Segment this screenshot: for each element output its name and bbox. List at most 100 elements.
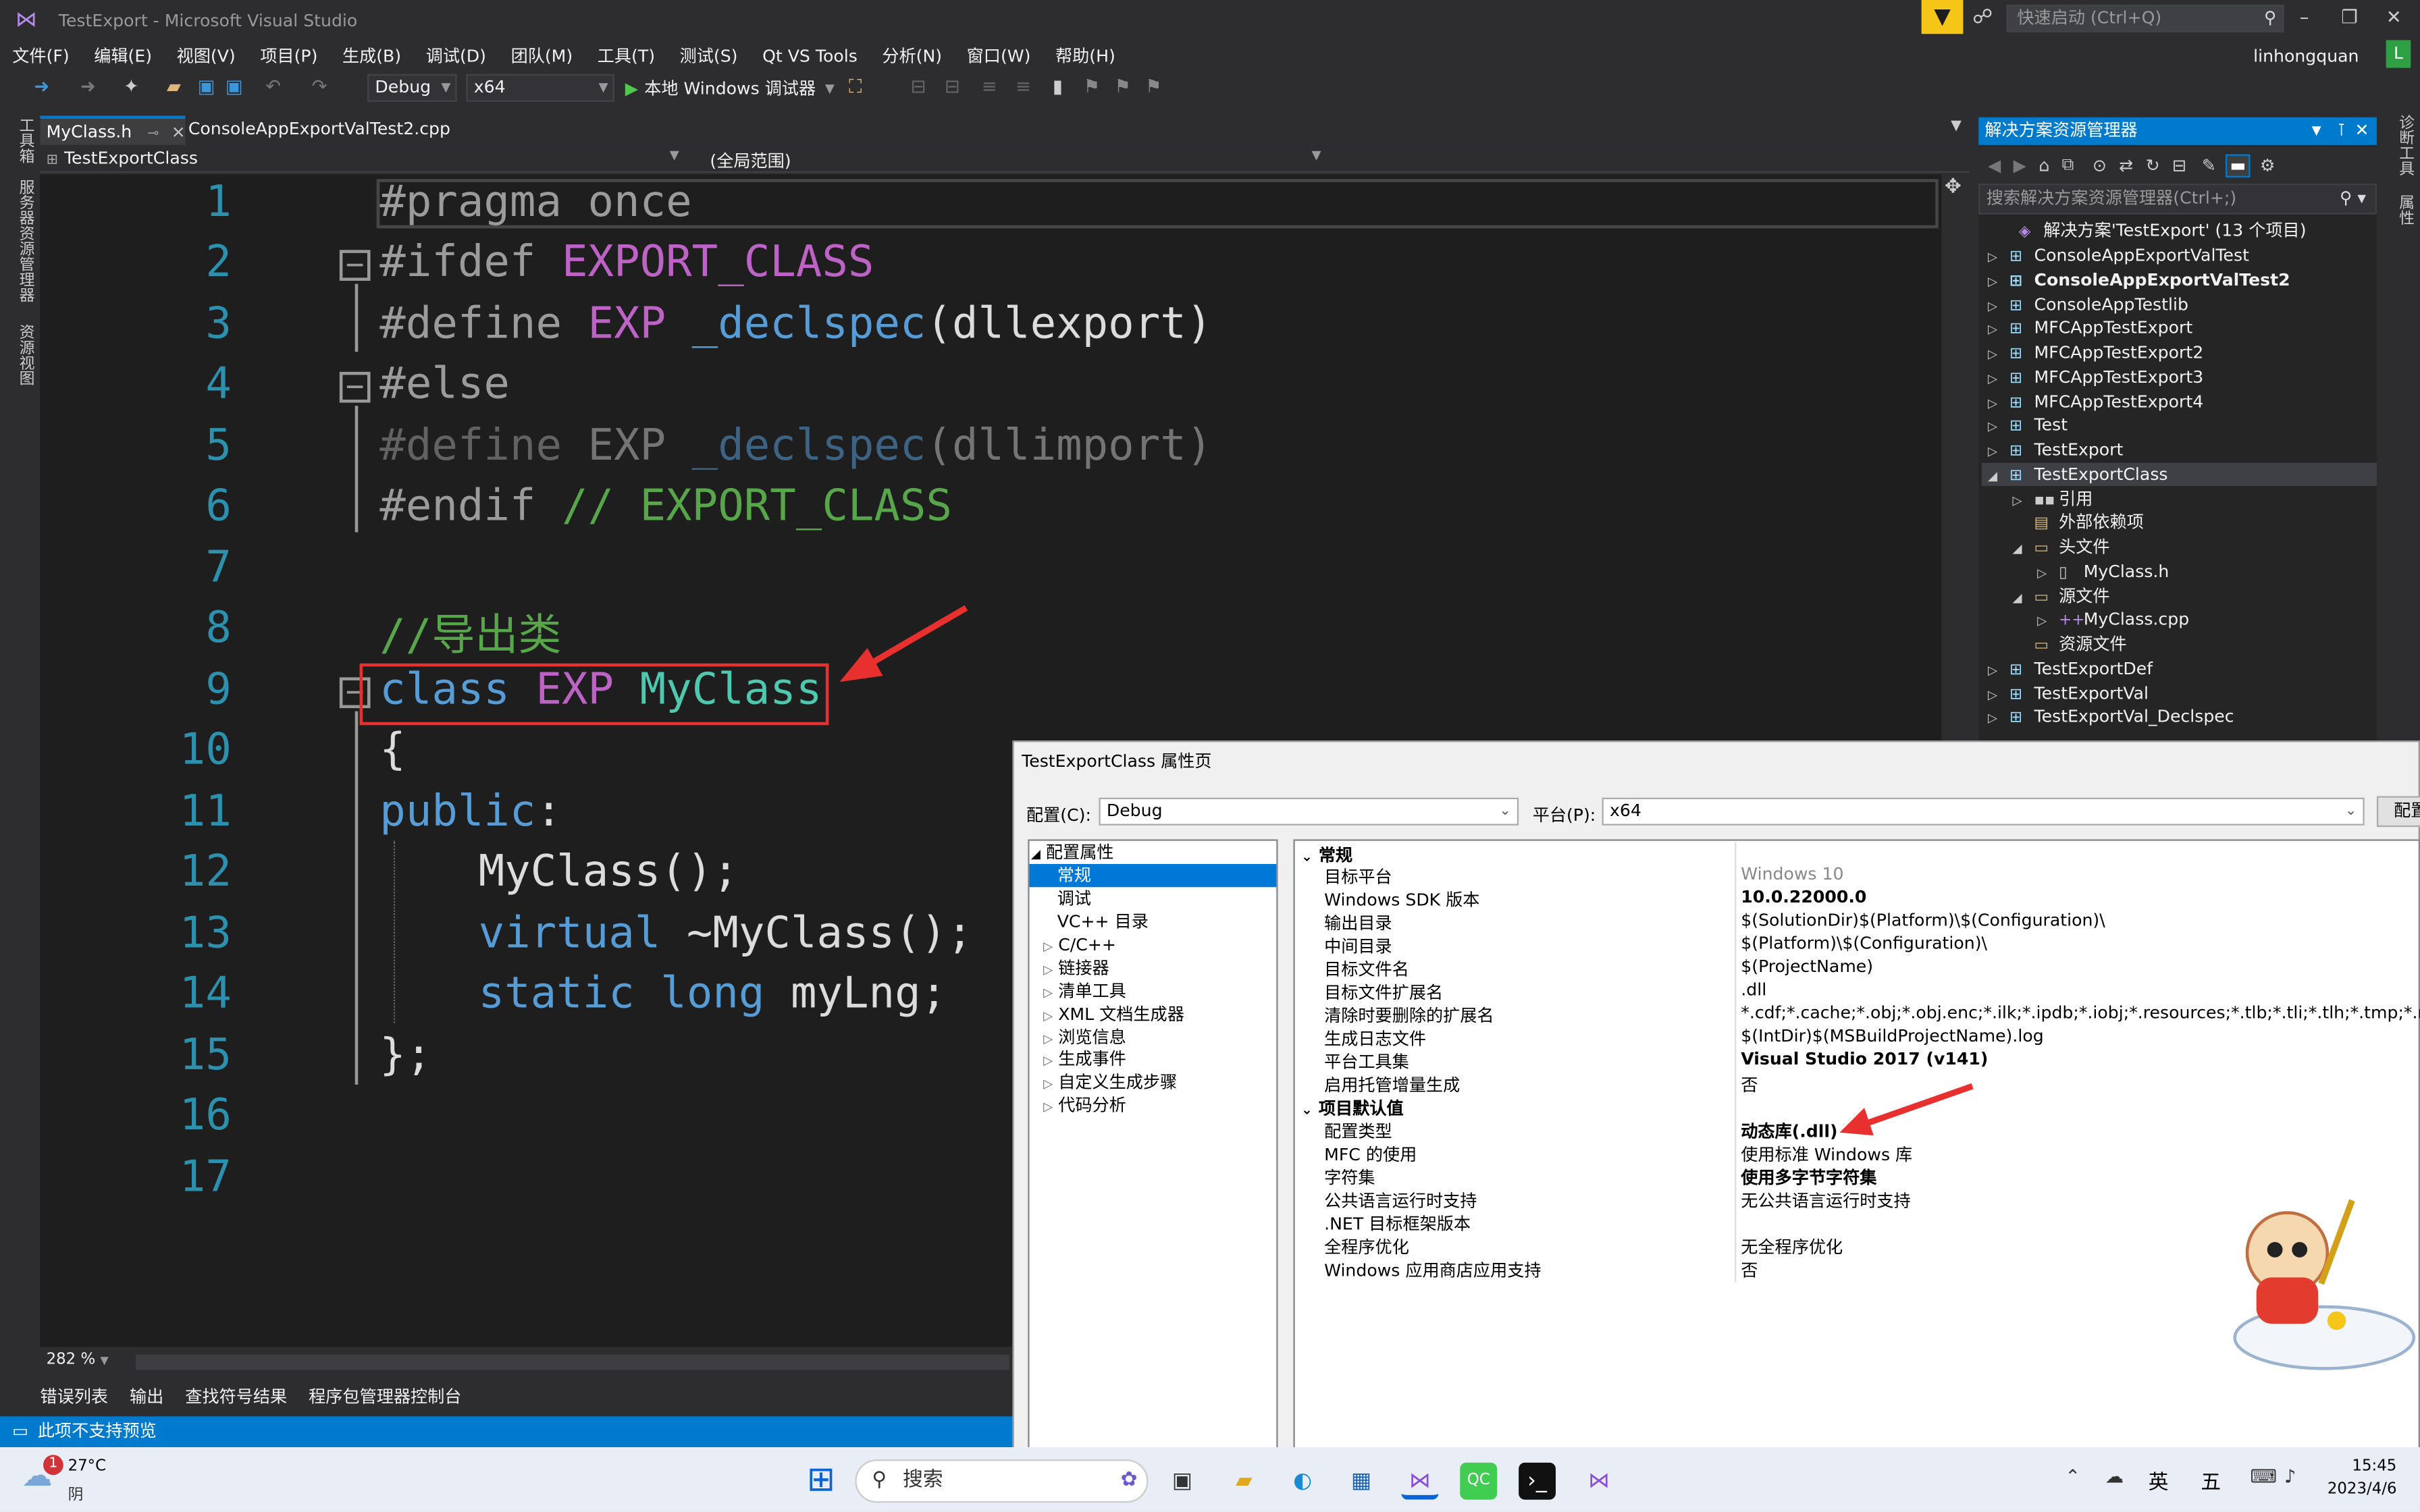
solution-search-input[interactable]: 搜索解决方案资源管理器(Ctrl+;) ⚲ ▾	[1978, 183, 2377, 215]
zoom-level[interactable]: 282 % ▼	[47, 1351, 109, 1368]
expand-icon[interactable]: ▷	[1988, 318, 2009, 341]
tree-item-project[interactable]: ▷ ⊞ ConsoleAppExportValTest	[1988, 244, 2249, 267]
forward-icon[interactable]: ➜	[80, 76, 96, 97]
collapse-icon[interactable]: ◢	[1031, 847, 1041, 861]
prop-value[interactable]: .dll	[1741, 979, 1766, 1000]
collapse-icon[interactable]: ⌄	[1301, 850, 1313, 865]
expand-icon[interactable]: ▷	[1988, 415, 2009, 438]
expand-icon[interactable]: ▷	[1043, 1009, 1053, 1023]
store-icon[interactable]: ▦	[1343, 1463, 1380, 1500]
expand-icon[interactable]: ▷	[1043, 1077, 1053, 1091]
menu-help[interactable]: 帮助(H)	[1055, 43, 1115, 68]
save-all-icon[interactable]: ▣	[226, 76, 243, 97]
sync-icon[interactable]: ⇄	[2119, 155, 2133, 176]
forward-icon[interactable]: ▶	[2014, 155, 2026, 176]
ime-mode[interactable]: 五	[2201, 1465, 2221, 1495]
tree-item-project[interactable]: ▷ ⊞ MFCAppTestExport2	[1988, 341, 2203, 364]
network-icon[interactable]: ⌨	[2251, 1465, 2278, 1487]
expand-icon[interactable]: ▷	[2037, 562, 2059, 585]
expand-icon[interactable]: ▷	[1043, 1054, 1053, 1068]
prop-value[interactable]: $(ProjectName)	[1741, 956, 1873, 977]
menu-analyze[interactable]: 分析(N)	[882, 43, 942, 68]
horizontal-scrollbar[interactable]	[136, 1354, 1009, 1370]
qt-creator-icon[interactable]: QC	[1460, 1462, 1498, 1500]
close-button[interactable]: ✕	[2386, 6, 2402, 28]
expand-icon[interactable]: ▷	[1043, 963, 1053, 977]
close-icon[interactable]: ×	[172, 122, 186, 142]
tree-node-browse-info[interactable]: ▷ 浏览信息	[1043, 1026, 1126, 1049]
prop-value[interactable]: Visual Studio 2017 (v141)	[1741, 1049, 1988, 1069]
menu-team[interactable]: 团队(M)	[511, 43, 573, 68]
platform-combo[interactable]: x64 ⌄	[1602, 797, 2365, 826]
file-explorer-icon[interactable]: ▰	[1226, 1463, 1263, 1500]
attach-icon[interactable]: ⛶	[849, 76, 862, 99]
tree-item-project[interactable]: ▷ ⊞ MFCAppTestExport3	[1988, 366, 2203, 389]
prop-value[interactable]: Windows 10	[1741, 864, 1843, 884]
pin-icon[interactable]: ⊺	[2337, 117, 2346, 145]
grid-section-defaults[interactable]: ⌄ 项目默认值	[1301, 1096, 1404, 1120]
tree-item-source-files[interactable]: ◢ ▭ 源文件	[2013, 585, 2110, 608]
tree-item-file[interactable]: ▷ ▯ MyClass.h	[2037, 560, 2169, 583]
menu-qt-vs-tools[interactable]: Qt VS Tools	[762, 45, 858, 65]
config-select[interactable]: Debug ▼	[367, 74, 457, 102]
prop-value[interactable]: $(SolutionDir)$(Platform)\$(Configuratio…	[1741, 911, 2105, 931]
format2-icon[interactable]: ≡	[1016, 76, 1031, 97]
tab-myclass-h[interactable]: MyClass.h ⊸ ×	[40, 115, 186, 145]
tree-item-project[interactable]: ▷ ⊞ TestExport	[1988, 438, 2123, 461]
bookmark-prev-icon[interactable]: ⚑	[1084, 76, 1101, 97]
expand-icon[interactable]: ▷	[1988, 392, 2009, 415]
expand-icon[interactable]: ▷	[1043, 1032, 1053, 1046]
ime-lang[interactable]: 英	[2149, 1465, 2169, 1495]
format-icon[interactable]: ≡	[982, 76, 997, 97]
bookmark-clear-icon[interactable]: ⚑	[1145, 76, 1162, 97]
tree-node-code-analysis[interactable]: ▷ 代码分析	[1043, 1094, 1126, 1117]
tab-consoleapp-cpp[interactable]: ConsoleAppExportValTest2.cpp	[188, 119, 450, 139]
nav-scope-select[interactable]: (全局范围) ▼	[710, 148, 1324, 171]
collapse-icon[interactable]: ◢	[2013, 587, 2034, 610]
expand-icon[interactable]: ▷	[1988, 659, 2009, 682]
prop-value[interactable]: 否	[1741, 1258, 1758, 1282]
menu-view[interactable]: 视图(V)	[177, 43, 236, 68]
visual-studio-taskbar-icon[interactable]: ⋈	[1401, 1463, 1439, 1500]
tree-node-cpp[interactable]: ▷ C/C++	[1043, 934, 1116, 956]
collapse-icon[interactable]: ◢	[1988, 464, 2009, 487]
chevron-down-icon[interactable]: ▼	[2312, 117, 2321, 145]
toolbox-tab[interactable]: 工具箱	[12, 117, 35, 164]
step-icon[interactable]: ⊟	[911, 76, 926, 97]
user-name[interactable]: linhongquan	[2253, 47, 2359, 67]
refresh-icon[interactable]: ↻	[2146, 155, 2160, 176]
prop-value[interactable]: 无全程序优化	[1741, 1235, 1843, 1260]
tree-item-file[interactable]: ▷ ++MyClass.cpp	[2037, 608, 2189, 631]
new-project-icon[interactable]: ✦	[124, 76, 139, 97]
tree-item-project[interactable]: ▷ ⊞ TestExportDef	[1988, 657, 2153, 680]
expand-icon[interactable]: ▷	[1988, 707, 2009, 730]
tree-node-build-events[interactable]: ▷ 生成事件	[1043, 1048, 1126, 1071]
prop-value[interactable]: 使用标准 Windows 库	[1741, 1141, 1912, 1166]
prop-value-config-type[interactable]: 动态库(.dll)	[1741, 1118, 1837, 1143]
config-manager-button[interactable]: 配置	[2376, 796, 2420, 828]
tree-node-debugging[interactable]: 调试	[1057, 887, 1091, 910]
expand-icon[interactable]: ▷	[1988, 684, 2009, 707]
expand-icon[interactable]: ▷	[1043, 986, 1053, 1000]
clock-date[interactable]: 2023/4/6	[2327, 1481, 2397, 1498]
collapse-icon[interactable]: −	[339, 371, 371, 403]
tree-item-solution[interactable]: ◈ 解决方案'TestExport' (13 个项目)	[1997, 219, 2307, 242]
tree-node-general[interactable]: 常规	[1029, 863, 1277, 888]
expand-icon[interactable]: ▷	[1988, 270, 2009, 293]
tree-item-project-startup[interactable]: ▷ ⊞ ConsoleAppExportValTest2	[1988, 269, 2290, 292]
tree-item-project-selected[interactable]: ◢ ⊞ TestExportClass	[1981, 462, 2377, 487]
platform-select[interactable]: x64 ▼	[466, 74, 614, 102]
clock-time[interactable]: 15:45	[2352, 1458, 2396, 1475]
weather-temp[interactable]: 27°C	[68, 1458, 106, 1475]
home-icon[interactable]: ⌂	[2038, 155, 2049, 176]
server-explorer-tab[interactable]: 服务器资源管理器	[12, 179, 35, 302]
menu-edit[interactable]: 编辑(E)	[94, 43, 152, 68]
resource-view-tab[interactable]: 资源视图	[12, 324, 35, 385]
tree-node-xml-doc[interactable]: ▷ XML 文档生成器	[1043, 1003, 1184, 1026]
expand-icon[interactable]: ▷	[1988, 342, 2009, 365]
open-folder-icon[interactable]: ▰	[167, 76, 181, 97]
properties-icon[interactable]: ✎	[2202, 155, 2216, 176]
expand-icon[interactable]: ▷	[1988, 439, 2009, 462]
terminal-icon[interactable]: ›_	[1519, 1462, 1556, 1500]
diagnostic-tools-tab[interactable]: 诊断工具	[2392, 114, 2415, 176]
